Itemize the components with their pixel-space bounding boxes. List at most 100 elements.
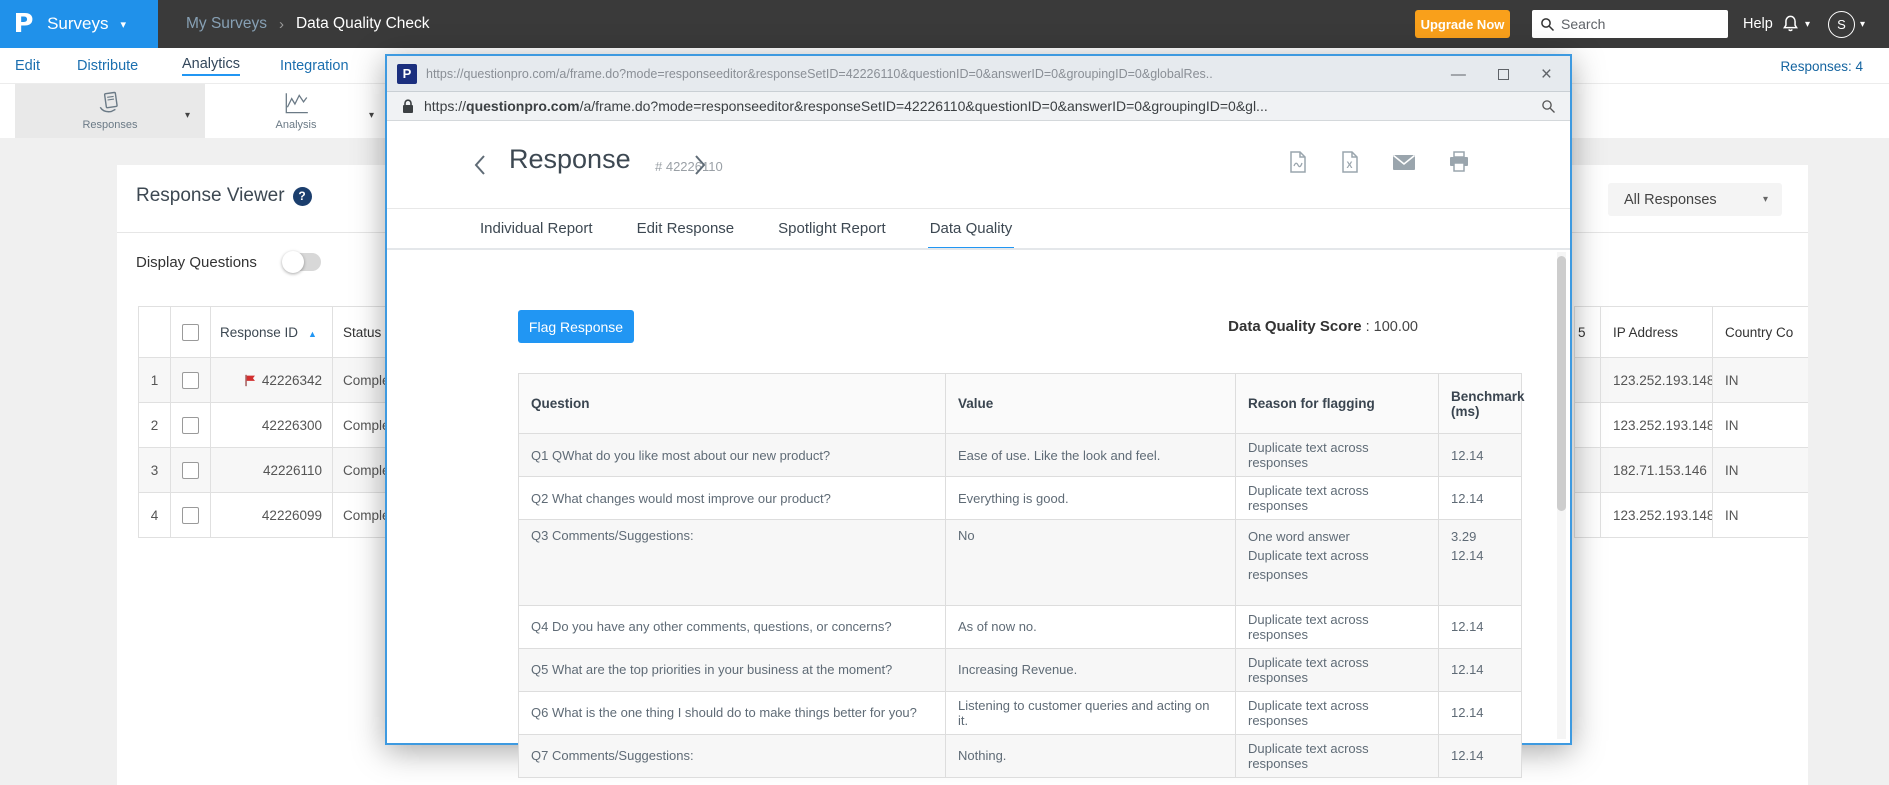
row-checkbox[interactable] [182, 372, 199, 389]
chevron-down-icon: ▾ [1763, 194, 1768, 205]
breadcrumb-my-surveys[interactable]: My Surveys [186, 15, 267, 33]
tab-spotlight-report[interactable]: Spotlight Report [776, 209, 888, 250]
column-header-status: Status [333, 307, 386, 358]
product-switcher[interactable]: P Surveys ▾ [0, 0, 158, 48]
toggle-knob [282, 251, 304, 273]
tab-individual-report[interactable]: Individual Report [478, 209, 595, 250]
status-value: Comple [333, 493, 386, 538]
benchmark-cell: 12.14 [1439, 691, 1522, 734]
display-questions-control: Display Questions [136, 253, 321, 271]
upgrade-now-button[interactable]: Upgrade Now [1415, 10, 1510, 38]
row-checkbox[interactable] [182, 507, 199, 524]
response-id-link[interactable]: 42226342 [211, 358, 333, 403]
help-tooltip-icon[interactable]: ? [293, 187, 312, 206]
email-icon[interactable] [1392, 151, 1416, 173]
zoom-icon[interactable] [1541, 99, 1556, 114]
benchmark-cell: 12.14 [1439, 734, 1522, 777]
value-cell: No [946, 520, 1236, 606]
lock-icon [402, 99, 414, 114]
table-row: 1 42226342 Comple [139, 358, 386, 403]
table-row: Q6 What is the one thing I should do to … [519, 691, 1522, 734]
notifications-button[interactable]: ▾ [1781, 0, 1810, 48]
response-filter-dropdown[interactable]: All Responses ▾ [1608, 183, 1782, 216]
toolbar-responses[interactable]: Responses ▾ [15, 84, 205, 138]
close-button[interactable]: × [1541, 65, 1552, 84]
tab-edit-response[interactable]: Edit Response [635, 209, 737, 250]
table-row: 123.252.193.148 IN [1575, 493, 1809, 538]
responses-table-left: Response ID▲ Status 1 42226342 Comple [138, 306, 385, 544]
column-header-response-id[interactable]: Response ID▲ [211, 307, 333, 358]
responses-count-badge: Responses: 4 [1780, 48, 1863, 84]
response-id-link[interactable]: 42226300 [211, 403, 333, 448]
table-row: 182.71.153.146 IN [1575, 448, 1809, 493]
column-header-value: Value [946, 374, 1236, 434]
tab-distribute[interactable]: Distribute [77, 48, 138, 84]
benchmark-cell: 12.14 [1439, 477, 1522, 520]
question-cell: Q6 What is the one thing I should do to … [519, 691, 946, 734]
maximize-button[interactable] [1498, 69, 1509, 80]
analysis-chart-icon [282, 91, 310, 117]
window-title-url: https://questionpro.com/a/frame.do?mode=… [426, 67, 1426, 81]
chevron-down-icon[interactable]: ▾ [185, 110, 190, 121]
table-row: 2 42226300 Comple [139, 403, 386, 448]
help-link[interactable]: Help [1743, 0, 1773, 48]
account-menu[interactable]: S ▾ [1828, 0, 1865, 48]
flag-response-button[interactable]: Flag Response [518, 310, 634, 343]
response-header: Response # 42226110 X [387, 121, 1570, 209]
window-titlebar[interactable]: P https://questionpro.com/a/frame.do?mod… [387, 56, 1570, 92]
row-checkbox[interactable] [182, 462, 199, 479]
ip-value: 123.252.193.148 [1601, 493, 1713, 538]
reason-cell: Duplicate text across responses [1236, 734, 1439, 777]
display-questions-label: Display Questions [136, 254, 257, 271]
print-icon[interactable] [1448, 151, 1470, 173]
scrollbar-thumb[interactable] [1557, 256, 1566, 511]
country-value: IN [1713, 493, 1809, 538]
table-row: Q2 What changes would most improve our p… [519, 477, 1522, 520]
benchmark-cell: 12.14 [1439, 434, 1522, 477]
display-questions-toggle[interactable] [283, 253, 321, 271]
responses-icon [97, 91, 123, 117]
status-value: Comple [333, 403, 386, 448]
tab-data-quality[interactable]: Data Quality [928, 209, 1015, 250]
breadcrumb-current: Data Quality Check [296, 15, 430, 33]
column-header-reason: Reason for flagging [1236, 374, 1439, 434]
modal-scrollbar[interactable] [1557, 252, 1566, 739]
value-cell: Ease of use. Like the look and feel. [946, 434, 1236, 477]
export-pdf-icon[interactable] [1288, 151, 1308, 173]
row-number: 4 [139, 493, 171, 538]
address-bar[interactable]: https://questionpro.com/a/frame.do?mode=… [387, 92, 1570, 121]
reason-cell: Duplicate text across responses [1236, 648, 1439, 691]
questionpro-logo-icon: P [14, 9, 34, 39]
country-value: IN [1713, 448, 1809, 493]
chevron-down-icon[interactable]: ▾ [369, 110, 374, 121]
benchmark-cell: 12.14 [1439, 648, 1522, 691]
chevron-down-icon: ▾ [1805, 19, 1810, 30]
benchmark-cell: 3.29 12.14 [1439, 520, 1522, 606]
previous-response-icon[interactable] [473, 153, 487, 177]
data-quality-score: Data Quality Score : 100.00 [1228, 318, 1418, 335]
tab-integration[interactable]: Integration [280, 48, 349, 84]
toolbar-analysis[interactable]: Analysis ▾ [207, 84, 385, 138]
response-id-link[interactable]: 42226099 [211, 493, 333, 538]
select-all-checkbox[interactable] [182, 324, 199, 341]
tab-edit[interactable]: Edit [15, 48, 40, 84]
divider [387, 248, 1570, 250]
response-title: Response [509, 144, 631, 175]
tab-analytics[interactable]: Analytics [182, 48, 240, 84]
data-quality-table: Question Value Reason for flagging Bench… [518, 373, 1522, 778]
minimize-button[interactable]: — [1451, 67, 1466, 82]
search-input[interactable] [1561, 16, 1711, 32]
column-header-benchmark: Benchmark (ms) [1439, 374, 1522, 434]
row-checkbox[interactable] [182, 417, 199, 434]
global-search[interactable] [1532, 10, 1728, 38]
table-row: 123.252.193.148 IN [1575, 403, 1809, 448]
row-number-header [139, 307, 171, 358]
export-excel-icon[interactable]: X [1340, 151, 1360, 173]
top-navbar: P Surveys ▾ My Surveys › Data Quality Ch… [0, 0, 1889, 48]
ip-value: 123.252.193.148 [1601, 403, 1713, 448]
address-url: https://questionpro.com/a/frame.do?mode=… [424, 98, 1514, 114]
modal-tab-bar: Individual Report Edit Response Spotligh… [478, 209, 1014, 250]
next-response-icon[interactable] [693, 153, 707, 177]
response-id-link[interactable]: 42226110 [211, 448, 333, 493]
question-cell: Q5 What are the top priorities in your b… [519, 648, 946, 691]
